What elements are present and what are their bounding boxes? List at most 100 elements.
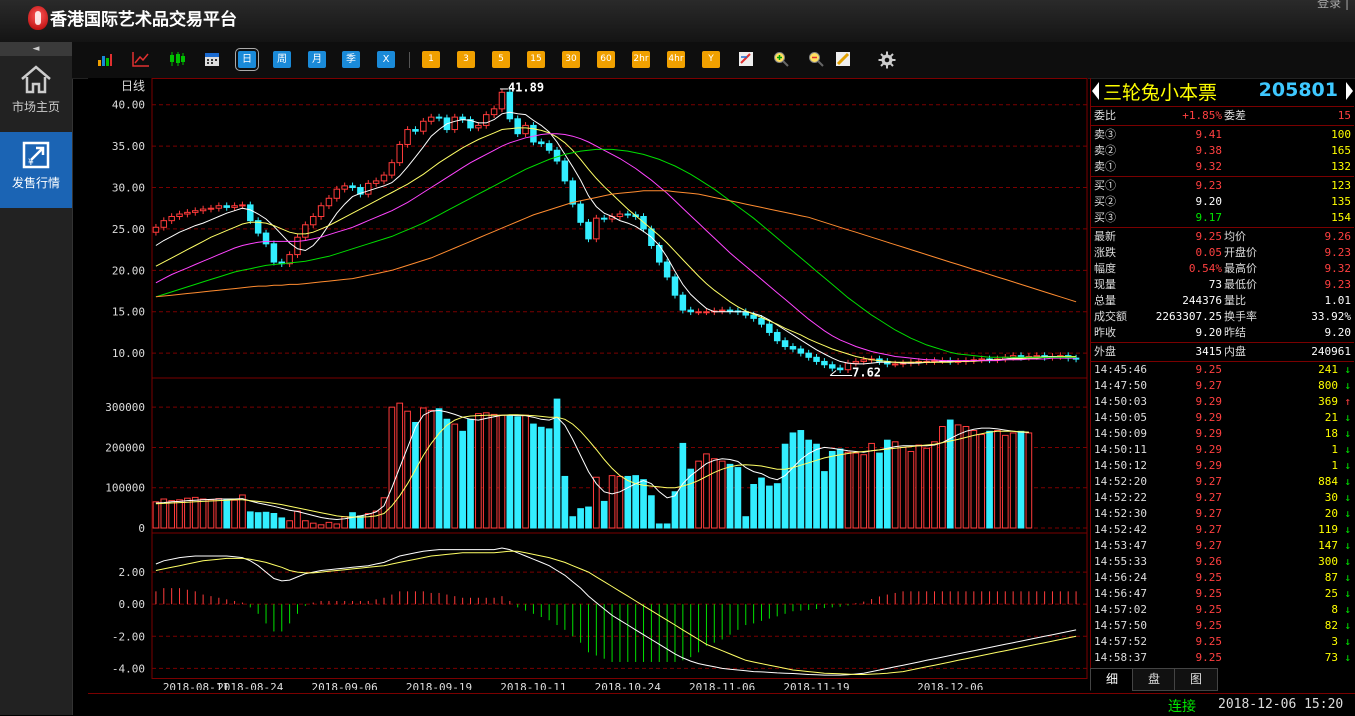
stat-value: 9.20 — [1195, 326, 1223, 339]
volume-bar — [1009, 432, 1017, 529]
order-row: 买② 9.20 135 — [1091, 194, 1354, 210]
y-tick-label: 200000 — [105, 441, 145, 454]
period-15min-button[interactable]: 15 — [527, 51, 545, 68]
period-month-button[interactable]: 月 — [308, 51, 326, 68]
tick-price: 9.29 — [1195, 459, 1223, 472]
tab-chart[interactable]: 图 — [1174, 668, 1218, 691]
candle-body — [451, 116, 459, 131]
draw-icon[interactable] — [737, 51, 755, 68]
volume-bar — [388, 406, 396, 529]
candle-body — [514, 118, 521, 135]
tick-time: 14:50:11 — [1094, 443, 1147, 456]
tick-time: 14:50:09 — [1094, 427, 1147, 440]
tick-time: 14:45:46 — [1094, 363, 1147, 376]
volume-bar — [231, 499, 238, 529]
line-chart-icon[interactable] — [132, 51, 150, 68]
period-4hr-button[interactable]: 4hr — [667, 51, 685, 68]
candle-body — [325, 197, 333, 207]
product-name: 三轮兔小本票 — [1103, 82, 1218, 104]
tick-time: 14:52:30 — [1094, 507, 1147, 520]
volume-bar — [640, 479, 647, 529]
calendar-icon[interactable] — [203, 51, 221, 68]
volume-bar — [302, 520, 309, 529]
period-2hr-button[interactable]: 2hr — [632, 51, 650, 68]
tick-volume: 369 — [1318, 395, 1338, 408]
gear-icon[interactable] — [878, 51, 896, 69]
tick-list[interactable]: 14:45:46 9.25 241 ↓ 14:47:50 9.27 800 ↓ 14:50:03… — [1091, 362, 1354, 666]
tick-volume: 884 — [1318, 475, 1338, 488]
candle-body — [805, 352, 812, 358]
tick-time: 14:57:02 — [1094, 603, 1147, 616]
order-price: 9.41 — [1195, 128, 1223, 141]
volume-bar — [396, 402, 404, 529]
kline-chart[interactable]: 日线 10.00 15.00 20.00 25.00 30.00 35.00 40.00 0… — [88, 78, 1088, 690]
candle-body — [758, 317, 765, 325]
period-1min-button[interactable]: 1 — [422, 51, 440, 68]
y-tick-label: 40.00 — [112, 99, 145, 112]
stat-label: 涨跌 — [1094, 246, 1116, 259]
period-30min-button[interactable]: 30 — [562, 51, 580, 68]
candle-body — [836, 367, 844, 371]
sidebar-collapse-button[interactable]: ◄ — [0, 42, 72, 56]
candle-body — [223, 205, 230, 208]
volume-bar — [443, 418, 451, 529]
volume-bar — [766, 485, 773, 529]
login-link[interactable]: 登录 | — [1317, 0, 1349, 11]
pen-icon[interactable] — [834, 51, 852, 68]
bar-chart-icon[interactable] — [96, 51, 114, 68]
y-tick-label: 10.00 — [112, 347, 145, 360]
sidebar-item-market-home[interactable]: 市场主页 — [0, 56, 72, 132]
candle-body — [372, 180, 380, 184]
tick-row: 14:47:50 9.27 800 ↓ — [1091, 378, 1354, 394]
product-code: 205801 — [1258, 79, 1338, 101]
order-volume: 132 — [1331, 160, 1351, 173]
x-tick-label: 2018-10-11 — [500, 681, 566, 690]
period-week-button[interactable]: 周 — [273, 51, 291, 68]
tick-row: 14:57:50 9.25 82 ↓ — [1091, 618, 1354, 634]
volume-bar — [364, 513, 372, 529]
tick-direction-icon: ↓ — [1344, 587, 1351, 600]
next-arrow-icon[interactable] — [1346, 82, 1353, 100]
candle-body — [718, 309, 726, 312]
stat-value: 9.32 — [1324, 262, 1352, 275]
volume-bar — [868, 442, 875, 529]
volume-bar — [648, 495, 655, 529]
volume-bar — [931, 441, 938, 529]
stat-value: 9.23 — [1324, 278, 1352, 291]
period-3min-button[interactable]: 3 — [457, 51, 475, 68]
volume-bar — [537, 426, 545, 529]
tick-direction-icon: ↓ — [1344, 651, 1351, 664]
sidebar-item-sale-quotes[interactable]: ¥ 发售行情 — [0, 132, 72, 208]
tick-direction-icon: ↓ — [1344, 603, 1351, 616]
candle-body — [585, 221, 592, 240]
period-60min-button[interactable]: 60 — [597, 51, 615, 68]
zoom-out-icon[interactable] — [807, 51, 825, 68]
tick-time: 14:53:47 — [1094, 539, 1147, 552]
order-row: 卖① 9.32 132 — [1091, 159, 1354, 175]
candle-body — [829, 364, 836, 369]
candle-body — [789, 346, 797, 350]
volume-bar — [954, 424, 962, 529]
tick-price: 9.29 — [1195, 443, 1223, 456]
zoom-in-icon[interactable] — [772, 51, 790, 68]
volume-bar — [883, 439, 891, 529]
order-volume: 100 — [1331, 128, 1351, 141]
candlestick-icon[interactable] — [168, 51, 186, 68]
volume-bar — [317, 524, 325, 529]
volume-bar — [844, 451, 852, 529]
period-x-button[interactable]: X — [377, 51, 395, 68]
period-5min-button[interactable]: 5 — [492, 51, 510, 68]
period-year-button[interactable]: Y — [702, 51, 720, 68]
tick-price: 9.25 — [1195, 635, 1223, 648]
tab-detail[interactable]: 细 — [1090, 668, 1134, 691]
prev-arrow-icon[interactable] — [1092, 82, 1099, 100]
period-day-button[interactable]: 日 — [235, 48, 259, 71]
stat-value: 33.92% — [1311, 310, 1351, 323]
tick-price: 9.29 — [1195, 427, 1223, 440]
candle-body — [679, 294, 687, 311]
volume-bar — [624, 475, 632, 529]
tick-row: 14:52:22 9.27 30 ↓ — [1091, 490, 1354, 506]
period-quarter-button[interactable]: 季 — [342, 51, 360, 68]
tab-orderbook[interactable]: 盘 — [1132, 668, 1176, 691]
volume-bar — [215, 498, 223, 529]
